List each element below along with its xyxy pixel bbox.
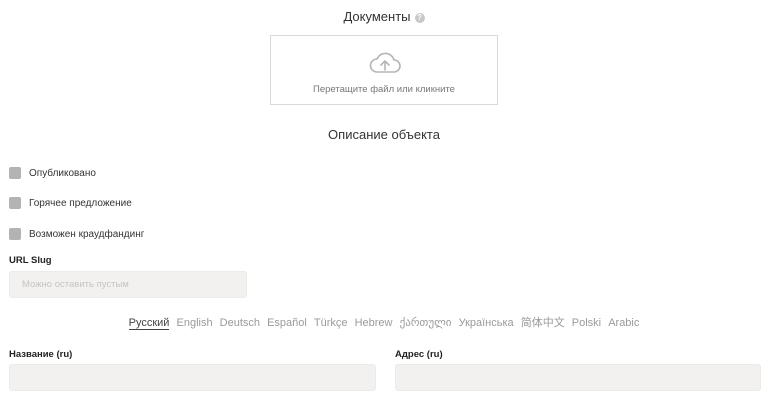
question-circle-icon[interactable]: ? xyxy=(414,13,425,23)
tab-lang-ar[interactable]: Arabic xyxy=(608,317,639,329)
documents-title: Документы xyxy=(343,9,411,24)
published-checkbox[interactable]: Опубликовано xyxy=(9,166,96,180)
slug-label: URL Slug xyxy=(9,255,52,266)
address-label: Адрес (ru) xyxy=(395,349,443,360)
name-input[interactable] xyxy=(9,364,376,391)
dropzone-hint: Перетащите файл или кликните xyxy=(313,84,455,95)
tab-lang-de[interactable]: Deutsch xyxy=(220,317,260,329)
tab-lang-es[interactable]: Español xyxy=(267,317,307,329)
section-title: Описание объекта xyxy=(328,127,440,142)
tab-lang-ka[interactable]: ქართული xyxy=(400,316,452,329)
tab-lang-ru[interactable]: Русский xyxy=(128,317,170,330)
checkbox-label: Опубликовано xyxy=(29,167,96,179)
object-form: Документы? Перетащите файл или кликните … xyxy=(0,0,768,396)
language-tabs: Русский English Deutsch Español Türkçe H… xyxy=(0,314,768,330)
name-label: Название (ru) xyxy=(9,349,73,360)
checkbox-label: Горячее предложение xyxy=(29,197,132,209)
hot-offer-checkbox[interactable]: Горячее предложение xyxy=(9,196,132,210)
cloud-upload-icon xyxy=(369,52,401,73)
tab-lang-tr[interactable]: Türkçe xyxy=(314,317,348,329)
crowdfunding-checkbox[interactable]: Возможен краудфандинг xyxy=(9,227,144,241)
slug-input[interactable] xyxy=(9,271,247,298)
checkbox-box[interactable] xyxy=(9,228,21,240)
address-input[interactable] xyxy=(395,364,761,391)
checkbox-label: Возможен краудфандинг xyxy=(29,228,145,240)
tab-lang-pl[interactable]: Polski xyxy=(572,317,601,329)
tab-lang-zh[interactable]: 简体中文 xyxy=(521,314,565,330)
tab-lang-he[interactable]: Hebrew xyxy=(355,317,393,329)
tab-lang-uk[interactable]: Українська xyxy=(459,317,514,329)
checkbox-box[interactable] xyxy=(9,167,21,179)
file-dropzone[interactable]: Перетащите файл или кликните xyxy=(270,35,498,105)
tab-lang-en[interactable]: English xyxy=(177,317,213,329)
checkbox-box[interactable] xyxy=(9,197,21,209)
documents-heading: Документы? xyxy=(0,9,768,24)
